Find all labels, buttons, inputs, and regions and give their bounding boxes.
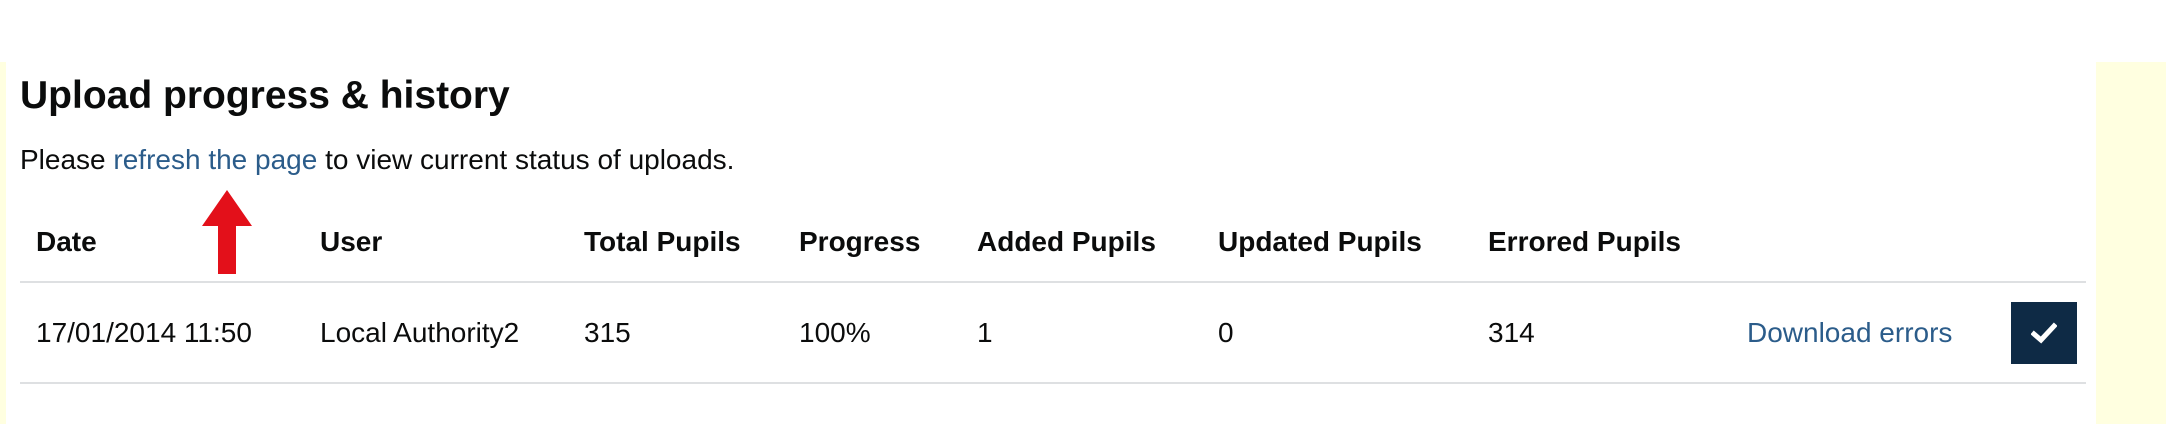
cell-date: 17/01/2014 11:50 [36, 317, 252, 348]
column-header-total-pupils: Total Pupils [584, 226, 741, 257]
cell-total-pupils: 315 [584, 317, 631, 348]
cell-progress: 100% [799, 317, 871, 348]
row-divider [20, 382, 2086, 384]
column-header-progress: Progress [799, 226, 921, 257]
header-divider [20, 281, 2086, 283]
column-header-errored-pupils: Errored Pupils [1488, 226, 1681, 257]
annotation-arrow-icon [202, 190, 252, 274]
cell-user: Local Authority2 [320, 317, 520, 348]
page-title: Upload progress & history [20, 74, 510, 117]
refresh-page-link[interactable]: refresh the page [113, 144, 317, 175]
column-header-added-pupils: Added Pupils [977, 226, 1156, 257]
download-errors-link[interactable]: Download errors [1747, 315, 1952, 351]
status-complete-button[interactable] [2011, 302, 2077, 364]
intro-text-before: Please [20, 144, 114, 175]
column-header-updated-pupils: Updated Pupils [1218, 226, 1422, 257]
cell-added-pupils: 1 [977, 317, 993, 348]
page: Upload progress & history Please refresh… [0, 0, 2166, 424]
column-header-user: User [320, 226, 383, 257]
cell-updated-pupils: 0 [1218, 317, 1234, 348]
intro-text: Please refresh the page to view current … [20, 142, 734, 178]
cell-errored-pupils: 314 [1488, 317, 1535, 348]
intro-text-after: to view current status of uploads. [317, 144, 735, 175]
column-header-date: Date [36, 226, 97, 257]
checkmark-icon [2031, 322, 2057, 344]
